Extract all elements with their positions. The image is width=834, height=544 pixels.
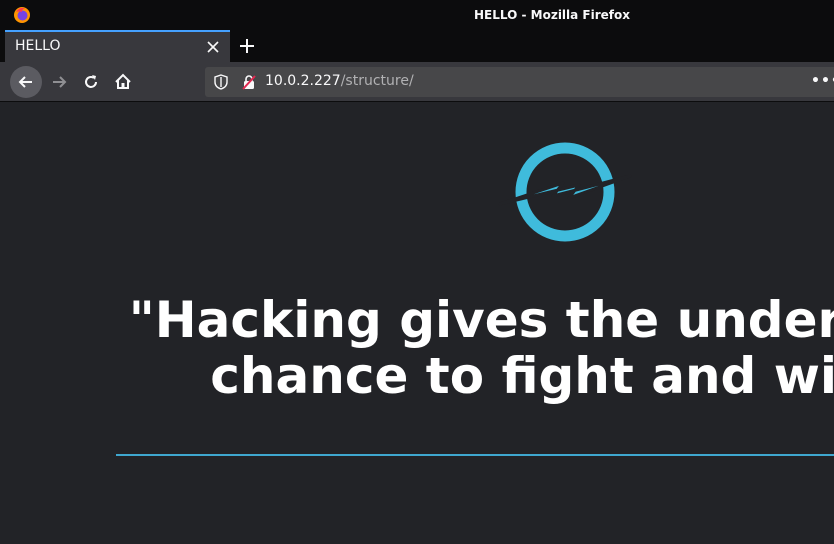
tab-hello[interactable]: HELLO [5,30,230,62]
tab-strip: HELLO [0,30,834,62]
reload-button[interactable] [75,66,107,98]
quote-line-2: chance to fight and win." [210,347,834,405]
navigation-toolbar: 10.0.2.227/structure/ ••• [0,62,834,102]
page-content: "Hacking gives the underdog a chance to … [0,102,834,544]
insecure-lock-icon[interactable] [241,74,257,90]
window-titlebar: HELLO - Mozilla Firefox [0,0,834,30]
new-tab-button[interactable] [235,34,259,58]
arrow-right-icon [53,76,67,88]
arrow-left-icon [18,76,32,88]
forward-button[interactable] [43,66,75,98]
url-host: 10.0.2.227 [265,73,341,89]
home-icon [115,73,131,89]
page-actions-button[interactable]: ••• [811,73,834,89]
tab-title: HELLO [15,38,61,54]
address-bar[interactable]: 10.0.2.227/structure/ ••• [205,67,834,97]
shield-icon[interactable] [213,74,229,90]
lightning-logo-icon [498,142,632,242]
close-tab-icon[interactable] [203,37,223,57]
hero-quote: "Hacking gives the underdog a chance to … [0,292,834,404]
home-button[interactable] [107,66,139,98]
url-text[interactable]: 10.0.2.227/structure/ [265,73,414,89]
window-title: HELLO - Mozilla Firefox [474,8,630,22]
divider [116,454,834,456]
quote-line-1: "Hacking gives the underdog a [128,291,834,349]
reload-icon [85,75,97,88]
url-path: /structure/ [340,73,414,89]
back-button[interactable] [10,66,42,98]
